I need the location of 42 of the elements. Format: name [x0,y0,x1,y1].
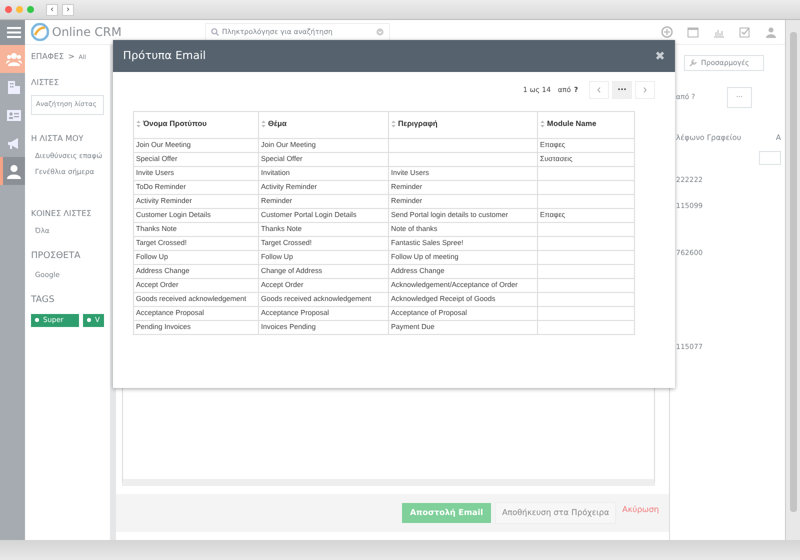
sort-icon [391,120,396,128]
save-draft-button[interactable]: Αποθήκευση στα Πρόχειρα [495,502,616,524]
checkbox-icon[interactable] [739,26,751,38]
breadcrumb-separator: > [68,51,75,63]
chevron-left-icon [597,86,601,93]
section-heading: ΠΡΟΣΘΕΤΑ [31,250,82,264]
section-heading: ΛΙΣΤΕΣ [31,77,60,89]
previous-page-button[interactable] [589,81,609,99]
scrollbar-thumb[interactable] [790,32,796,512]
menu-icon[interactable] [7,27,21,38]
next-page-button[interactable] [635,81,655,99]
sort-icon [136,120,141,128]
calendar-icon[interactable] [687,26,699,38]
sort-icon [540,120,545,128]
logo-icon [31,23,49,41]
chevron-right-icon [643,86,647,93]
tag-dot-icon [35,318,39,322]
section-heading: ΚΟΙΝΕΣ ΛΙΣΤΕΣ [31,208,92,220]
filter-field[interactable] [759,150,781,165]
sort-icon [261,120,266,128]
section-heading: TAGS [31,294,56,308]
more-button[interactable]: ··· [612,81,632,99]
wrench-icon [689,59,697,67]
logo-text: Online CRM [52,24,122,41]
back-button[interactable]: ‹ [46,4,58,16]
nav-item[interactable] [0,157,25,185]
cancel-link[interactable]: Ακύρωση [620,504,661,516]
user-icon[interactable] [765,26,777,38]
tag-dot-icon [87,318,91,322]
breadcrumb-link[interactable]: ΕΠΑΦΕΣ [31,51,64,63]
nav-item[interactable] [0,45,25,73]
person-icon [6,164,22,178]
search-icon [211,28,219,36]
dropdown-icon [376,28,384,36]
close-button[interactable]: ✖ [654,47,665,65]
plus-icon[interactable] [661,26,673,38]
forward-button[interactable]: › [62,4,74,16]
dialog-title: Πρότυπα Email [123,48,206,64]
people-icon [6,52,22,66]
section-heading: Η ΛΙΣΤΑ ΜΟΥ [31,132,84,145]
contact-card-icon [6,108,22,122]
building-icon [6,80,22,94]
